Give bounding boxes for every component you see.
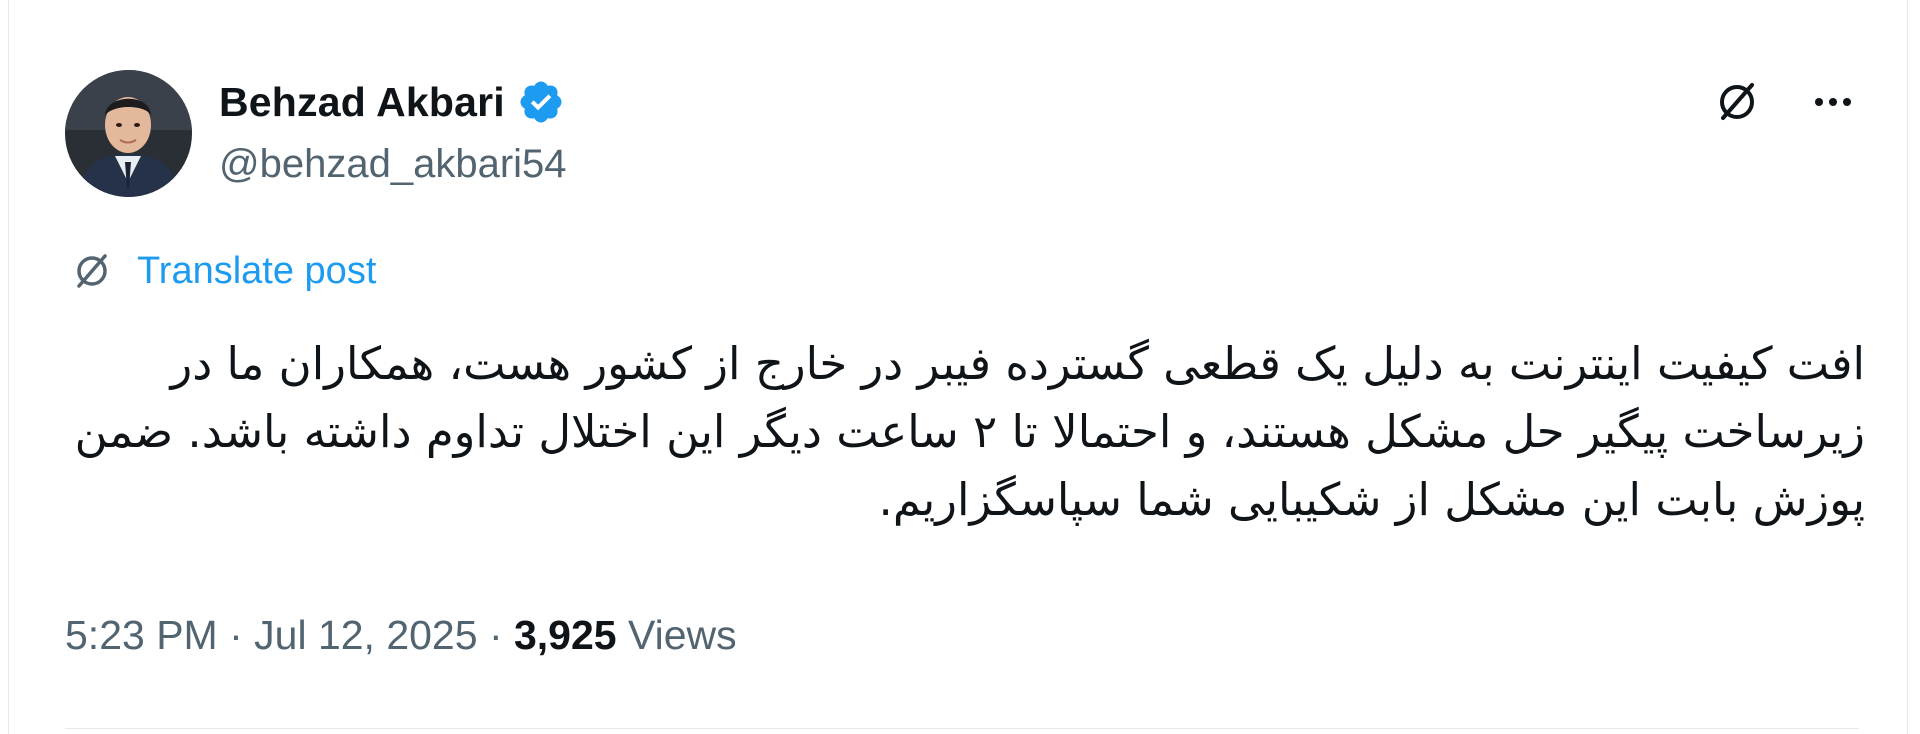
views-count: 3,925: [513, 612, 617, 658]
author-name[interactable]: Behzad Akbari: [219, 79, 505, 126]
tweet-card: Behzad Akbari @behzad_akbari54 Translate…: [8, 0, 1908, 734]
meta-separator: ·: [217, 612, 255, 658]
grok-icon: [1711, 76, 1763, 133]
grok-button[interactable]: [1711, 78, 1763, 130]
tweet-meta: 5:23 PM · Jul 12, 2025 · 3,925 Views: [65, 612, 737, 659]
translate-icon: [69, 248, 115, 294]
tweet-date[interactable]: Jul 12, 2025: [254, 612, 477, 659]
more-icon: [1807, 76, 1859, 133]
author-handle[interactable]: @behzad_akbari54: [219, 142, 567, 187]
views-label: Views: [616, 612, 737, 658]
meta-separator: ·: [477, 612, 514, 658]
divider: [65, 728, 1859, 729]
avatar-photo: [65, 70, 192, 197]
translate-post-link[interactable]: Translate post: [69, 246, 376, 296]
avatar[interactable]: [65, 70, 192, 197]
more-options-button[interactable]: [1807, 78, 1859, 130]
tweet-time[interactable]: 5:23 PM: [65, 612, 218, 659]
author-name-row: Behzad Akbari: [219, 76, 565, 128]
tweet-text: افت کیفیت اینترنت به دلیل یک قطعی گسترده…: [74, 337, 1865, 526]
translate-post-label[interactable]: Translate post: [137, 250, 376, 293]
verified-badge-icon: [517, 78, 565, 126]
tweet-top-actions: [1711, 78, 1859, 130]
